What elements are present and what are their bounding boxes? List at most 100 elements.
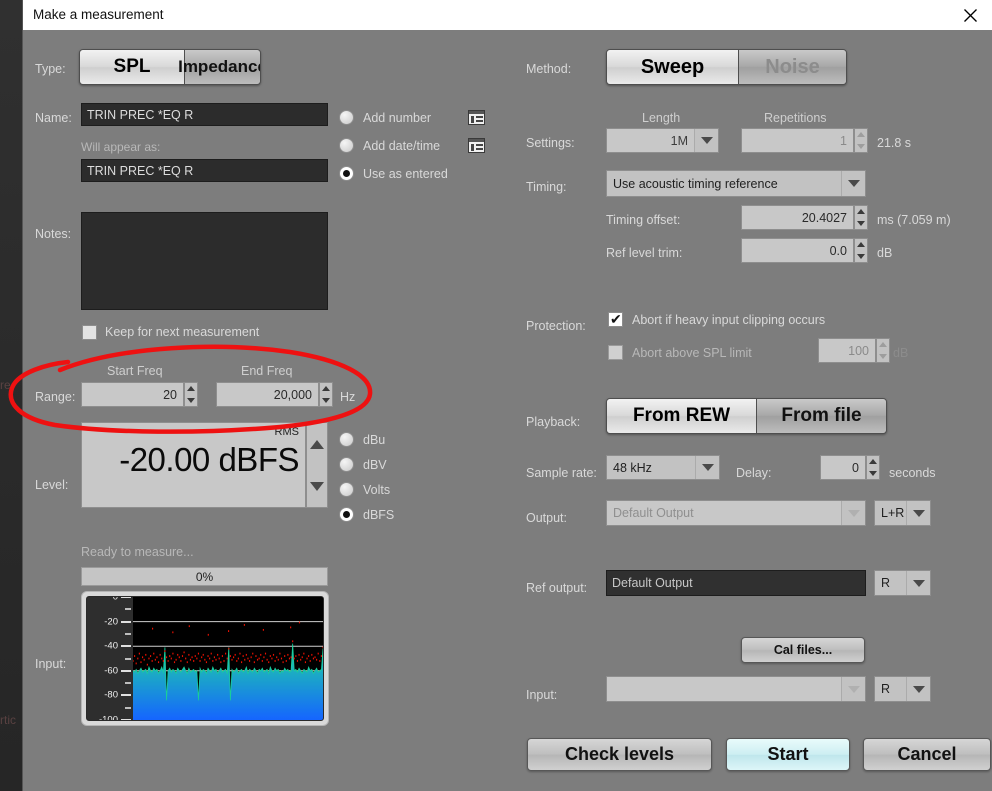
end-freq-spin-up[interactable]	[320, 383, 332, 395]
spectrum-peak-dot	[262, 660, 263, 662]
spectrum-peak-dot	[177, 654, 178, 656]
type-option-impedance[interactable]: Impedance	[185, 50, 260, 84]
ref-level-trim-spinner[interactable]	[854, 238, 868, 263]
ref-level-trim-label: Ref level trim:	[606, 246, 682, 260]
output-combo[interactable]: Default Output	[606, 500, 866, 526]
spectrum-peak-dot	[286, 660, 287, 662]
ref-level-trim-spin-down[interactable]	[855, 251, 867, 263]
close-button[interactable]	[947, 0, 992, 30]
cancel-button[interactable]: Cancel	[863, 738, 991, 771]
abort-spl-spin-up[interactable]	[877, 339, 889, 351]
spectrum-peak-dot	[172, 653, 173, 655]
playback-option-from-rew[interactable]: From REW	[607, 399, 757, 433]
radio-label-volts: Volts	[363, 483, 390, 497]
radio-add-number[interactable]	[339, 110, 354, 125]
radio-dbv[interactable]	[339, 457, 354, 472]
spectrum-plot-area	[133, 597, 323, 720]
radio-add-datetime[interactable]	[339, 138, 354, 153]
ref-level-trim-input[interactable]: 0.0	[741, 238, 854, 263]
radio-use-as-entered[interactable]	[339, 166, 354, 181]
spectrum-minor-tick	[125, 682, 131, 684]
level-spin-down[interactable]	[307, 465, 327, 507]
spectrum-peak-dot	[215, 659, 216, 661]
abort-spl-checkbox[interactable]	[608, 345, 623, 360]
radio-dbfs[interactable]	[339, 507, 354, 522]
radio-dbu[interactable]	[339, 432, 354, 447]
playback-option-from-file[interactable]: From file	[757, 399, 886, 433]
input-combo[interactable]	[606, 676, 866, 702]
start-freq-input[interactable]: 20	[81, 382, 184, 407]
repetitions-spinner[interactable]	[854, 128, 868, 153]
timing-offset-spin-down[interactable]	[855, 218, 867, 230]
end-freq-input[interactable]: 20,000	[216, 382, 319, 407]
start-freq-spinner[interactable]	[184, 382, 198, 407]
radio-volts[interactable]	[339, 482, 354, 497]
timing-offset-spin-up[interactable]	[855, 206, 867, 218]
spectrum-peak-dot	[295, 655, 296, 657]
add-datetime-format-icon[interactable]	[468, 138, 485, 153]
abort-spl-spin-down[interactable]	[877, 351, 889, 363]
input-dropdown-arrow[interactable]	[841, 677, 865, 701]
cal-files-button[interactable]: Cal files...	[741, 637, 865, 663]
end-freq-spin-down[interactable]	[320, 395, 332, 407]
spectrum-peak-dot	[169, 655, 170, 657]
spectrum-peak-dot	[140, 661, 141, 663]
repetitions-input[interactable]: 1	[741, 128, 854, 153]
method-option-sweep[interactable]: Sweep	[607, 50, 739, 84]
spectrum-peak-dot	[302, 656, 303, 658]
spectrum-peak-dot	[287, 654, 288, 656]
type-option-spl[interactable]: SPL	[80, 50, 185, 84]
ref-output-channel-dropdown-arrow[interactable]	[906, 571, 930, 595]
input-channel-dropdown-arrow[interactable]	[906, 677, 930, 701]
abort-spl-spinner[interactable]	[876, 338, 890, 363]
start-freq-spin-down[interactable]	[185, 395, 197, 407]
spectrum-peak-dot	[179, 656, 180, 658]
output-channel-combo[interactable]: L+R	[874, 500, 931, 526]
type-segmented-control[interactable]: SPL Impedance	[79, 49, 261, 85]
spectrum-minor-tick	[125, 658, 131, 660]
spectrum-peak-dot	[252, 653, 253, 655]
delay-spin-down[interactable]	[867, 468, 879, 480]
level-spinner[interactable]	[306, 422, 328, 508]
keep-for-next-checkbox[interactable]	[82, 325, 97, 340]
method-segmented-control[interactable]: Sweep Noise	[606, 49, 847, 85]
repetitions-spin-down[interactable]	[855, 141, 867, 153]
add-number-format-icon[interactable]	[468, 110, 485, 125]
timing-combo[interactable]: Use acoustic timing reference	[606, 170, 866, 197]
repetitions-spin-up[interactable]	[855, 129, 867, 141]
end-freq-spinner[interactable]	[319, 382, 333, 407]
check-levels-button[interactable]: Check levels	[527, 738, 712, 771]
ref-output-channel-combo[interactable]: R	[874, 570, 931, 596]
level-spin-up[interactable]	[307, 423, 327, 465]
length-combo[interactable]: 1M	[606, 128, 719, 153]
screen-root: re rtic Make a measurement Type: SPL Imp…	[0, 0, 992, 791]
delay-input[interactable]: 0	[820, 455, 866, 480]
ref-level-trim-spin-up[interactable]	[855, 239, 867, 251]
playback-segmented-control[interactable]: From REW From file	[606, 398, 887, 434]
spectrum-peak-dot	[297, 660, 298, 662]
delay-spinner[interactable]	[866, 455, 880, 480]
timing-dropdown-arrow[interactable]	[841, 171, 865, 196]
abort-spl-input[interactable]: 100	[818, 338, 876, 363]
spectrum-peak-dot	[235, 654, 236, 656]
name-input[interactable]: TRIN PREC *EQ R	[81, 103, 328, 126]
spectrum-peak-dot	[217, 654, 218, 656]
output-channel-dropdown-arrow[interactable]	[906, 501, 930, 525]
notes-textarea[interactable]	[81, 212, 328, 310]
start-freq-spin-up[interactable]	[185, 383, 197, 395]
timing-offset-spinner[interactable]	[854, 205, 868, 230]
start-button[interactable]: Start	[726, 738, 850, 771]
delay-spin-up[interactable]	[867, 456, 879, 468]
sample-rate-dropdown-arrow[interactable]	[695, 456, 719, 479]
spectrum-peak-dot	[134, 655, 135, 657]
spectrum-peak-dot	[152, 660, 153, 662]
output-dropdown-arrow[interactable]	[841, 501, 865, 525]
ref-output-value[interactable]: Default Output	[606, 570, 866, 596]
timing-offset-input[interactable]: 20.4027	[741, 205, 854, 230]
length-dropdown-arrow[interactable]	[694, 129, 718, 152]
sample-rate-combo[interactable]: 48 kHz	[606, 455, 720, 480]
spectrum-peak-dot	[144, 659, 145, 661]
input-channel-combo[interactable]: R	[874, 676, 931, 702]
abort-clipping-checkbox[interactable]	[608, 312, 623, 327]
method-option-noise[interactable]: Noise	[739, 50, 846, 84]
